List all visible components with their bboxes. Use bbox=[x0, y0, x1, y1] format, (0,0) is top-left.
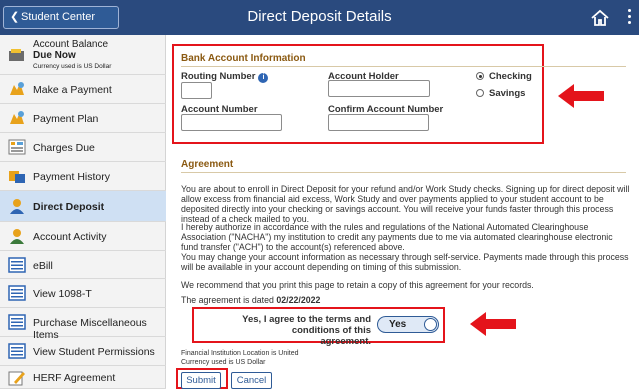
info-icon[interactable]: i bbox=[258, 73, 269, 83]
institution-location: Financial Institution Location is United bbox=[181, 350, 299, 357]
checking-radio[interactable]: Checking bbox=[476, 71, 532, 82]
sidebar-item-account-activity[interactable]: Account Activity bbox=[0, 222, 166, 251]
document-icon bbox=[8, 314, 26, 330]
kebab-menu-icon[interactable] bbox=[626, 9, 632, 27]
direct-deposit-icon bbox=[10, 199, 24, 214]
sidebar-item-charges-due[interactable]: Charges Due bbox=[0, 133, 166, 162]
sidebar-item-label: View Student Permissions bbox=[33, 346, 155, 358]
app-window: ❮ Student Center Direct Deposit Details … bbox=[0, 0, 639, 389]
sidebar-item-purchase-misc[interactable]: Purchase Miscellaneous Items bbox=[0, 308, 166, 341]
activity-icon bbox=[10, 229, 24, 244]
sidebar-item-label: Direct Deposit bbox=[33, 201, 105, 213]
agreement-paragraph: You are about to enroll in Direct Deposi… bbox=[181, 184, 630, 224]
agreement-paragraph: You may change your account information … bbox=[181, 252, 629, 272]
home-icon[interactable] bbox=[590, 8, 610, 28]
agreement-paragraph: We recommend that you print this page to… bbox=[181, 280, 534, 290]
red-arrow-icon bbox=[558, 84, 604, 108]
radio-empty-icon[interactable] bbox=[476, 89, 484, 97]
agree-statement: Yes, I agree to the terms and conditions… bbox=[242, 314, 371, 347]
submit-button[interactable]: Submit bbox=[181, 372, 221, 389]
sidebar-item-label: Charges Due bbox=[33, 142, 95, 154]
payment-icon bbox=[10, 82, 24, 95]
toggle-knob bbox=[424, 318, 437, 331]
sidebar-item-label: Payment Plan bbox=[33, 113, 99, 125]
document-icon bbox=[8, 257, 26, 273]
payment-plan-icon bbox=[10, 111, 24, 124]
agreement-date: The agreement is dated 02/22/2022 bbox=[181, 295, 321, 305]
sidebar-item-label: eBill bbox=[33, 260, 53, 272]
account-number-input[interactable] bbox=[181, 114, 282, 131]
sidebar: Account Balance Due Now Currency used is… bbox=[0, 35, 166, 389]
sidebar-item-student-permissions[interactable]: View Student Permissions bbox=[0, 337, 166, 366]
page-title: Direct Deposit Details bbox=[247, 8, 392, 25]
red-arrow-icon bbox=[470, 312, 516, 336]
sidebar-item-ebill[interactable]: eBill bbox=[0, 251, 166, 279]
balance-title: Account Balance bbox=[33, 39, 109, 50]
sidebar-item-account-balance[interactable]: Account Balance Due Now Currency used is… bbox=[0, 35, 166, 75]
sidebar-item-view-1098t[interactable]: View 1098-T bbox=[0, 279, 166, 308]
sidebar-item-herf-agreement[interactable]: HERF Agreement bbox=[0, 366, 166, 389]
sidebar-item-label: HERF Agreement bbox=[33, 372, 116, 384]
section-divider bbox=[181, 66, 626, 67]
sidebar-item-label: Payment History bbox=[33, 171, 111, 183]
cancel-button[interactable]: Cancel bbox=[231, 372, 272, 389]
savings-radio[interactable]: Savings bbox=[476, 88, 525, 99]
account-holder-input[interactable] bbox=[328, 80, 430, 97]
history-icon bbox=[9, 171, 25, 183]
radio-selected-icon[interactable] bbox=[476, 72, 484, 80]
sidebar-item-direct-deposit[interactable]: Direct Deposit bbox=[0, 191, 166, 222]
sidebar-item-payment-history[interactable]: Payment History bbox=[0, 162, 166, 191]
balance-currency: Currency used is US Dollar bbox=[33, 63, 112, 70]
top-bar: ❮ Student Center Direct Deposit Details bbox=[0, 0, 639, 35]
wallet-icon bbox=[9, 49, 24, 61]
section-divider bbox=[181, 172, 626, 173]
agreement-paragraph: I hereby authorize in accordance with th… bbox=[181, 222, 613, 252]
sidebar-item-make-payment[interactable]: Make a Payment bbox=[0, 75, 166, 104]
confirm-account-number-input[interactable] bbox=[328, 114, 429, 131]
charges-icon bbox=[8, 139, 26, 155]
balance-due: Due Now bbox=[33, 50, 76, 61]
bank-section-title: Bank Account Information bbox=[181, 53, 306, 64]
agree-toggle[interactable]: Yes bbox=[377, 316, 439, 333]
sidebar-item-label: View 1098-T bbox=[33, 288, 92, 300]
routing-number-input[interactable] bbox=[181, 82, 212, 99]
sidebar-item-label: Make a Payment bbox=[33, 84, 112, 96]
sidebar-item-label: Account Activity bbox=[33, 231, 107, 243]
agreement-icon bbox=[8, 371, 25, 386]
sidebar-item-payment-plan[interactable]: Payment Plan bbox=[0, 104, 166, 133]
currency-note: Currency used is US Dollar bbox=[181, 359, 266, 366]
document-icon bbox=[8, 285, 26, 301]
agreement-section-title: Agreement bbox=[181, 159, 234, 170]
document-icon bbox=[8, 343, 26, 359]
